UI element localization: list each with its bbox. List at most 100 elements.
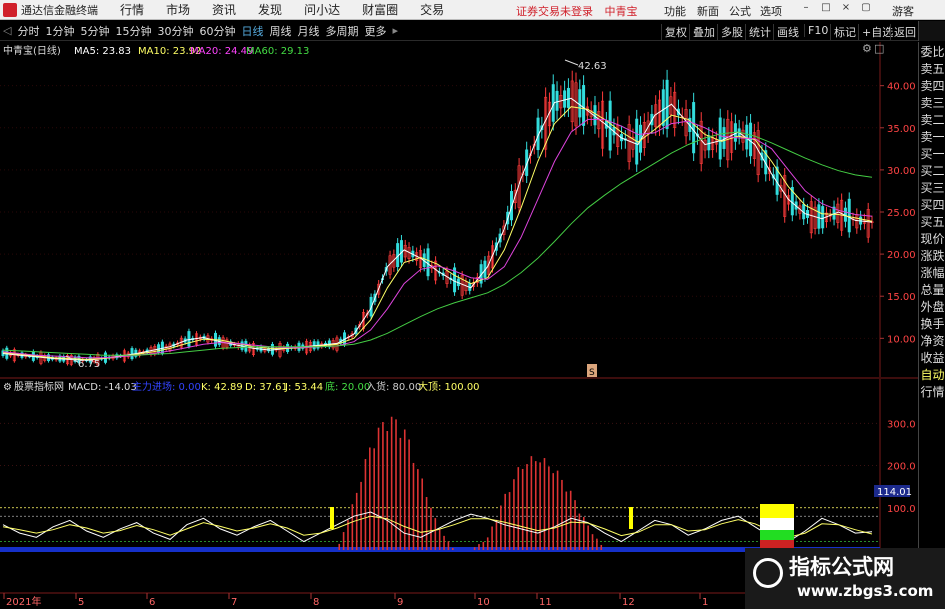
menu-hangqing[interactable]: 行情: [120, 1, 144, 18]
candle-body: [722, 127, 726, 149]
restore-icon[interactable]: ▢: [860, 2, 872, 16]
notice-text: 证券交易未登录: [516, 5, 593, 18]
moving-average-lines: [2, 97, 873, 361]
btn-f10[interactable]: F10: [804, 24, 831, 37]
btn-huaxian[interactable]: 画线: [773, 24, 802, 40]
indicator-name[interactable]: 股票指标网: [14, 380, 64, 393]
candle-body: [817, 204, 821, 229]
candle-body: [718, 117, 722, 160]
btn-biaoji[interactable]: 标记: [830, 24, 859, 40]
side-item-0[interactable]: 委比: [919, 44, 945, 60]
period-30min[interactable]: 30分钟: [154, 23, 196, 39]
watermark: 指标公式网 www.zbgs3.com: [745, 548, 945, 609]
d-legend: D: 37.61: [245, 382, 288, 393]
side-item-19[interactable]: 自动: [919, 367, 945, 383]
trading-terminal: 通达信金融终端 行情 市场 资讯 发现 问小达 财富圈 交易 证券交易未登录 中…: [0, 0, 945, 609]
kline-chart[interactable]: 10.00 15.00 20.00 25.00 30.00 35.00 40.00 中青宝(…: [0, 42, 918, 609]
date-label: 10: [477, 597, 490, 608]
side-item-16[interactable]: 换手: [919, 316, 945, 332]
settings-small-icon[interactable]: ⚙: [3, 382, 12, 393]
menu-xinmian[interactable]: 新面: [697, 3, 719, 19]
side-panel-tab[interactable]: [918, 21, 945, 41]
menu-zixun[interactable]: 资讯: [212, 1, 236, 18]
side-item-6[interactable]: 买一: [919, 146, 945, 162]
menu-gongshi[interactable]: 公式: [729, 3, 751, 19]
collapse-icon[interactable]: ◁: [0, 24, 14, 37]
side-item-17[interactable]: 净资: [919, 333, 945, 349]
candle-body: [661, 89, 665, 126]
btn-diejia[interactable]: 叠加: [689, 24, 718, 40]
side-item-10[interactable]: 买五: [919, 214, 945, 230]
date-label: 1: [702, 597, 708, 608]
period-1min[interactable]: 1分钟: [42, 23, 77, 39]
menu-wenxiaoda[interactable]: 问小达: [304, 1, 340, 18]
guest-label[interactable]: 游客: [892, 3, 914, 19]
price-tick-label: 20.00: [887, 250, 916, 261]
period-monthly[interactable]: 月线: [294, 23, 322, 39]
more-arrow-icon[interactable]: ▸: [389, 24, 401, 37]
price-tick-label: 40.00: [887, 82, 916, 93]
close-icon[interactable]: ×: [840, 2, 852, 16]
settings-icon[interactable]: ⚙: [862, 42, 872, 55]
side-item-11[interactable]: 现价: [919, 231, 945, 247]
candle-body: [707, 135, 711, 151]
side-item-4[interactable]: 卖二: [919, 112, 945, 128]
menu-gongneng[interactable]: 功能: [664, 3, 686, 19]
maximize-icon[interactable]: □: [820, 2, 832, 16]
btn-fuquan[interactable]: 复权: [661, 24, 690, 40]
menu-faxian[interactable]: 发现: [258, 1, 282, 18]
login-notice[interactable]: 证券交易未登录 中青宝: [516, 3, 638, 19]
date-label: 11: [539, 597, 552, 608]
zoom-icon[interactable]: □: [874, 42, 884, 55]
macd-legend: MACD: -14.03: [68, 382, 137, 393]
btn-duogu[interactable]: 多股: [717, 24, 746, 40]
btn-tongji[interactable]: 统计: [745, 24, 774, 40]
candle-body: [745, 124, 749, 150]
dading-legend: 大顶: 100.00: [418, 380, 480, 393]
side-item-5[interactable]: 卖一: [919, 129, 945, 145]
date-label: 12: [622, 597, 635, 608]
menu-shichang[interactable]: 市场: [166, 1, 190, 18]
side-item-14[interactable]: 总量: [919, 282, 945, 298]
price-tick-label: 35.00: [887, 124, 916, 135]
candle-body: [555, 90, 559, 111]
price-tick-label: 15.00: [887, 292, 916, 303]
period-15min[interactable]: 15分钟: [112, 23, 154, 39]
candle-body: [749, 122, 753, 157]
period-weekly[interactable]: 周线: [266, 23, 294, 39]
side-item-3[interactable]: 卖三: [919, 95, 945, 111]
menu-jiaoyi[interactable]: 交易: [420, 1, 444, 18]
btn-fanhui[interactable]: 返回: [890, 24, 919, 40]
watermark-title: 指标公式网: [789, 555, 894, 579]
side-item-7[interactable]: 买二: [919, 163, 945, 179]
period-fenshi[interactable]: 分时: [14, 23, 42, 39]
period-5min[interactable]: 5分钟: [77, 23, 112, 39]
indicator-tick-label: 100.0: [887, 504, 916, 515]
side-item-20[interactable]: 行情: [919, 384, 945, 400]
candle-body: [563, 90, 567, 108]
ma5-legend: MA5: 23.83: [74, 46, 131, 57]
side-item-2[interactable]: 卖四: [919, 78, 945, 94]
candle-body: [665, 79, 669, 129]
side-item-15[interactable]: 外盘: [919, 299, 945, 315]
stock-tag: 中青宝: [604, 5, 638, 18]
side-item-8[interactable]: 买三: [919, 180, 945, 196]
main-legend-title: 中青宝(日线): [3, 44, 61, 57]
period-multi[interactable]: 多周期: [322, 23, 361, 39]
period-60min[interactable]: 60分钟: [196, 23, 238, 39]
side-item-13[interactable]: 涨幅: [919, 265, 945, 281]
macd-bars: [338, 416, 603, 550]
period-more[interactable]: 更多: [361, 23, 389, 39]
ma60-legend: MA60: 29.13: [246, 46, 309, 57]
di-legend: 底: 20.00: [325, 380, 370, 393]
side-item-12[interactable]: 涨跌: [919, 248, 945, 264]
app-logo-icon: [3, 2, 17, 17]
minimize-icon[interactable]: –: [800, 2, 812, 16]
indicator-tick-label: 200.0: [887, 462, 916, 473]
side-item-18[interactable]: 收益: [919, 350, 945, 366]
menu-xuanxiang[interactable]: 选项: [760, 3, 782, 19]
period-daily[interactable]: 日线: [238, 23, 266, 39]
menu-caifuquan[interactable]: 财富圈: [362, 1, 398, 18]
side-item-9[interactable]: 买四: [919, 197, 945, 213]
side-item-1[interactable]: 卖五: [919, 61, 945, 77]
